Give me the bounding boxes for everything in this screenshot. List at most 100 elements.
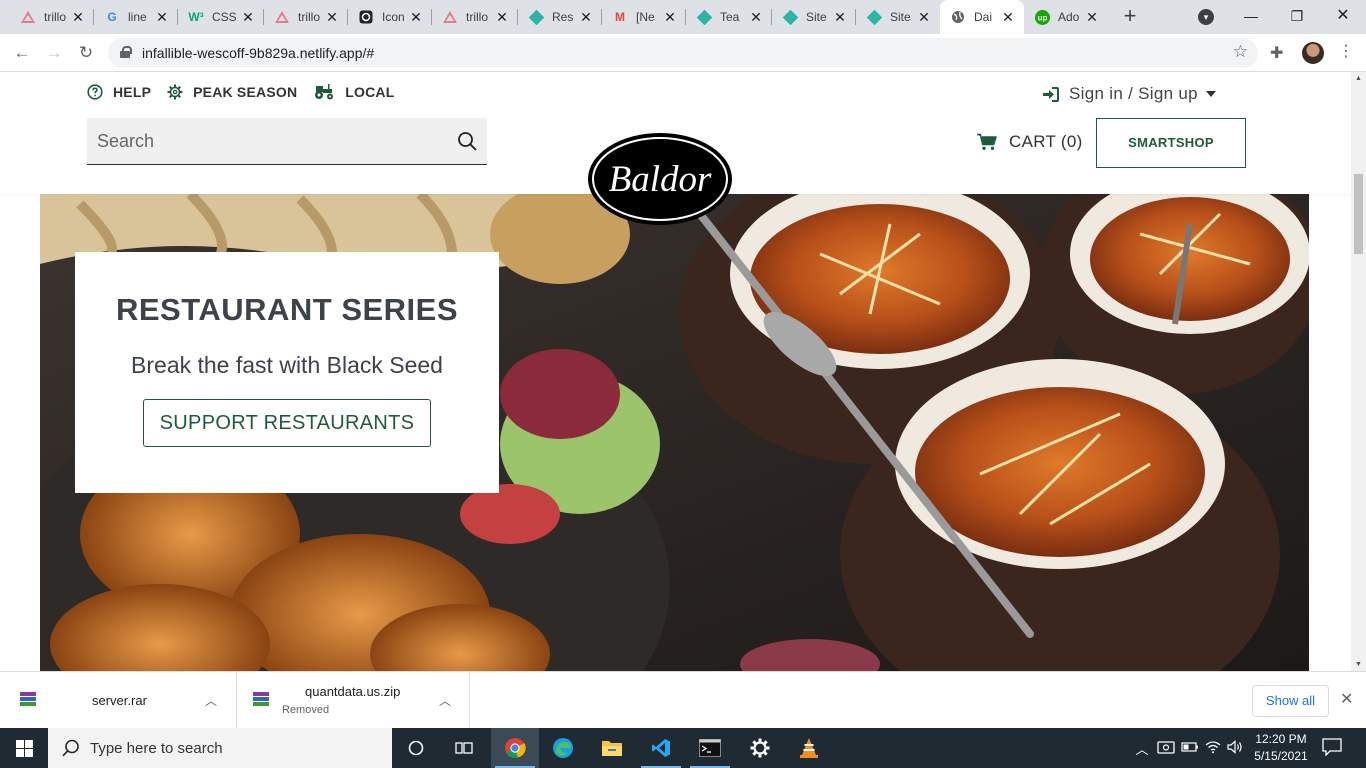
search-icon[interactable] xyxy=(457,131,477,156)
windows-taskbar: Type here to search ︿ 12:20 PM 5/15/2021 xyxy=(0,728,1366,768)
close-icon[interactable]: ✕ xyxy=(154,9,170,25)
close-icon[interactable]: ✕ xyxy=(240,9,256,25)
browser-menu-icon[interactable]: ⋮ xyxy=(1338,41,1354,61)
tab-title: Icon xyxy=(382,10,405,24)
chevron-up-icon[interactable]: ︿ xyxy=(1133,739,1151,758)
search-input[interactable] xyxy=(87,118,447,164)
netlify-icon xyxy=(528,9,544,25)
browser-tab[interactable]: G line ✕ xyxy=(94,0,178,34)
support-restaurants-button[interactable]: SUPPORT RESTAURANTS xyxy=(142,399,432,447)
close-icon[interactable]: ✕ xyxy=(408,9,424,25)
tab-title: trillo xyxy=(44,10,67,24)
close-icon[interactable]: ✕ xyxy=(662,9,678,25)
gear-icon xyxy=(167,84,183,100)
minimize-button[interactable]: — xyxy=(1228,0,1274,34)
close-icon[interactable]: ✕ xyxy=(1340,689,1353,709)
chevron-up-icon[interactable]: ︿ xyxy=(205,692,217,709)
chevron-up-icon[interactable]: ︿ xyxy=(439,692,451,709)
system-clock[interactable]: 12:20 PM 5/15/2021 xyxy=(1248,731,1314,765)
browser-tab[interactable]: Res ✕ xyxy=(518,0,602,34)
sign-in-dropdown[interactable]: Sign in / Sign up xyxy=(1042,84,1216,104)
help-circle-icon xyxy=(87,84,103,100)
netlify-icon xyxy=(782,9,798,25)
meet-now-icon[interactable] xyxy=(1157,739,1175,758)
peak-season-label: PEAK SEASON xyxy=(193,84,298,100)
download-item[interactable]: server.rar ︿ xyxy=(0,672,237,729)
cortana-icon[interactable] xyxy=(392,728,440,768)
sign-in-icon xyxy=(1043,86,1059,102)
browser-tab[interactable]: trillo ✕ xyxy=(432,0,518,34)
back-button[interactable]: ← xyxy=(10,41,34,65)
extensions-puzzle-icon[interactable]: ✚ xyxy=(1270,43,1283,63)
reload-button[interactable]: ↻ xyxy=(74,41,98,65)
download-item[interactable]: quantdata.us.zip Removed ︿ xyxy=(237,672,470,729)
forward-button[interactable]: → xyxy=(42,41,66,65)
cart-link[interactable]: CART (0) xyxy=(977,132,1083,152)
task-view-icon[interactable] xyxy=(440,728,488,768)
promo-subtitle: Break the fast with Black Seed xyxy=(131,352,443,378)
browser-tab[interactable]: W³ CSS ✕ xyxy=(178,0,264,34)
upwork-icon: up xyxy=(1034,9,1050,25)
close-icon[interactable]: ✕ xyxy=(1084,9,1100,25)
browser-tab[interactable]: Site ✕ xyxy=(856,0,940,34)
lock-icon[interactable] xyxy=(120,46,132,58)
close-icon[interactable]: ✕ xyxy=(494,9,510,25)
trillo-triangle-icon xyxy=(442,9,458,25)
vscode-taskbar-icon[interactable] xyxy=(637,728,685,768)
smartshop-button[interactable]: SMARTSHOP xyxy=(1096,118,1246,168)
vlc-taskbar-icon[interactable] xyxy=(785,728,833,768)
tab-title: Ado xyxy=(1058,10,1080,24)
notification-center-icon[interactable] xyxy=(1322,738,1342,757)
peak-season-link[interactable]: PEAK SEASON xyxy=(167,84,297,100)
taskbar-search-box[interactable]: Type here to search xyxy=(48,728,392,768)
close-icon[interactable]: ✕ xyxy=(1000,9,1016,25)
terminal-taskbar-icon[interactable] xyxy=(686,728,734,768)
close-icon[interactable]: ✕ xyxy=(70,9,86,25)
browser-tab[interactable]: Icon ✕ xyxy=(348,0,432,34)
chrome-taskbar-icon[interactable] xyxy=(491,728,539,768)
netlify-icon xyxy=(696,9,712,25)
close-icon[interactable]: ✕ xyxy=(748,9,764,25)
scroll-up-icon[interactable]: ▲ xyxy=(1355,75,1362,82)
restore-button[interactable]: ❐ xyxy=(1274,0,1320,34)
w3schools-icon: W³ xyxy=(188,10,204,24)
settings-gear-icon[interactable] xyxy=(736,728,784,768)
edge-taskbar-icon[interactable] xyxy=(539,728,587,768)
volume-icon[interactable] xyxy=(1227,739,1243,757)
url-text[interactable]: infallible-wescoff-9b829a.netlify.app/# xyxy=(142,45,374,61)
local-link[interactable]: LOCAL xyxy=(313,84,394,100)
browser-tab[interactable]: Site ✕ xyxy=(772,0,856,34)
address-bar[interactable]: infallible-wescoff-9b829a.netlify.app/# … xyxy=(108,38,1258,68)
browser-tab[interactable]: M [Ne ✕ xyxy=(602,0,686,34)
page-scrollbar[interactable]: ▲ ▼ xyxy=(1351,72,1366,671)
close-icon[interactable]: ✕ xyxy=(832,9,848,25)
netlify-icon xyxy=(866,9,882,25)
file-explorer-icon[interactable] xyxy=(588,728,636,768)
close-icon[interactable]: ✕ xyxy=(324,9,340,25)
wifi-icon[interactable] xyxy=(1205,740,1221,757)
window-close-button[interactable]: ✕ xyxy=(1320,0,1366,34)
close-icon[interactable]: ✕ xyxy=(578,9,594,25)
browser-tab[interactable]: trillo ✕ xyxy=(10,0,94,34)
browser-tab-active[interactable]: Dai ✕ xyxy=(940,0,1024,34)
bookmark-star-icon[interactable]: ☆ xyxy=(1233,42,1248,62)
gmail-icon: M xyxy=(615,10,625,24)
profile-avatar[interactable] xyxy=(1302,42,1324,64)
baldor-logo[interactable]: Baldor xyxy=(587,132,733,226)
browser-tab[interactable]: Tea ✕ xyxy=(686,0,772,34)
scrollbar-thumb[interactable] xyxy=(1354,174,1363,254)
local-label: LOCAL xyxy=(345,84,395,100)
close-icon[interactable]: ✕ xyxy=(916,9,932,25)
windows-start-button[interactable] xyxy=(0,728,48,768)
clock-date: 5/15/2021 xyxy=(1254,749,1308,763)
help-link[interactable]: HELP xyxy=(87,84,151,100)
browser-tab[interactable]: up Ado ✕ xyxy=(1024,0,1108,34)
new-tab-button[interactable]: + xyxy=(1118,5,1142,29)
sign-in-label: Sign in / Sign up xyxy=(1069,84,1198,103)
scroll-down-icon[interactable]: ▼ xyxy=(1355,661,1362,668)
browser-tab[interactable]: trillo ✕ xyxy=(264,0,348,34)
tab-search-button[interactable]: ▾ xyxy=(1198,9,1214,25)
battery-icon[interactable] xyxy=(1181,741,1199,756)
system-tray: ︿ xyxy=(1133,728,1243,768)
show-all-downloads-button[interactable]: Show all xyxy=(1252,685,1329,717)
